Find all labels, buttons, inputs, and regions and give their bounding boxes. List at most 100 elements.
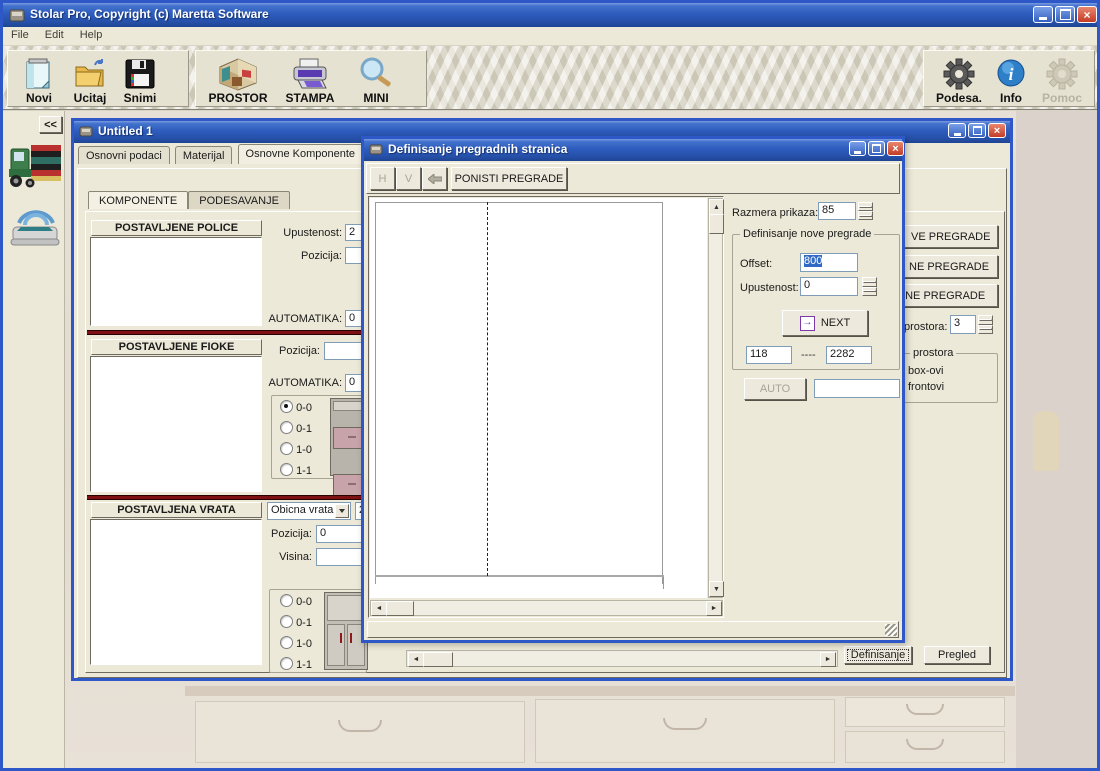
vrata-type-dropdown[interactable]: Obicna vrata xyxy=(267,502,351,520)
scroll-left-icon[interactable]: ◄ xyxy=(371,601,387,616)
auto-field[interactable] xyxy=(814,379,900,398)
h-label: H xyxy=(379,173,387,185)
app-icon xyxy=(9,7,25,23)
razmera-spinner[interactable] xyxy=(858,202,873,220)
dialog-icon xyxy=(369,142,383,156)
scanner-icon[interactable] xyxy=(9,203,61,249)
gear-icon xyxy=(942,57,976,91)
definisanje-button[interactable]: Definisanje xyxy=(844,646,912,664)
fioke-radio-1-0[interactable]: 1-0 xyxy=(280,442,312,456)
app-minimize-button[interactable] xyxy=(1033,6,1053,23)
razmera-field[interactable]: 85 xyxy=(818,202,856,220)
upustenost-spinner[interactable] xyxy=(862,277,877,296)
spin-up-icon[interactable] xyxy=(858,202,873,211)
scroll-thumb[interactable] xyxy=(709,214,724,234)
vrata-radio-0-0[interactable]: 0-0 xyxy=(280,594,312,608)
spin-up-icon[interactable] xyxy=(978,315,993,325)
scroll-thumb[interactable] xyxy=(423,652,453,667)
prostora-label: prostora: xyxy=(904,321,947,333)
dialog-minimize-button[interactable] xyxy=(849,141,866,156)
tab-osnovni-podaci[interactable]: Osnovni podaci xyxy=(78,146,170,164)
forklift-icon[interactable] xyxy=(7,139,63,195)
app-close-button[interactable]: × xyxy=(1077,6,1097,23)
snimi-button[interactable]: Snimi xyxy=(114,53,166,105)
novi-button[interactable]: Novi xyxy=(14,53,64,105)
document-minimize-button[interactable] xyxy=(948,123,966,138)
cabinet-right-leg xyxy=(663,577,664,589)
minimize-icon xyxy=(854,151,861,154)
scroll-up-icon[interactable]: ▲ xyxy=(709,199,724,215)
vrata-radio-0-1[interactable]: 0-1 xyxy=(280,615,312,629)
dialog-titlebar[interactable]: Definisanje pregradnih stranica × xyxy=(364,139,902,161)
application-window: Stolar Pro, Copyright (c) Maretta Softwa… xyxy=(0,0,1100,771)
mini-button[interactable]: MINI xyxy=(348,53,404,105)
canvas-hscrollbar[interactable]: ◄ ► xyxy=(370,600,723,616)
scroll-thumb[interactable] xyxy=(386,601,414,616)
back-button xyxy=(422,167,447,190)
kitchen-drawer xyxy=(845,697,1005,727)
spin-down-icon[interactable] xyxy=(978,325,993,335)
fioke-radio-1-1[interactable]: 1-1 xyxy=(280,463,312,477)
scroll-right-icon[interactable]: ► xyxy=(706,601,722,616)
fioke-radio-0-0[interactable]: 0-0 xyxy=(280,400,312,414)
podesa-label: Podesa. xyxy=(936,91,982,105)
vrata-radio-1-1[interactable]: 1-1 xyxy=(280,657,312,671)
resize-grip[interactable] xyxy=(885,624,897,636)
fioke-listbox[interactable] xyxy=(90,356,262,492)
app-maximize-button[interactable] xyxy=(1055,6,1075,23)
vrata-pozicija-field[interactable]: 0 xyxy=(316,525,364,543)
chevron-down-icon[interactable] xyxy=(335,504,349,518)
police-listbox[interactable] xyxy=(90,237,262,326)
scroll-down-icon[interactable]: ▼ xyxy=(709,581,724,597)
pregrade-button-label: NE PREGRADE xyxy=(909,261,989,273)
v-button: V xyxy=(396,167,421,190)
tab-materijal[interactable]: Materijal xyxy=(175,146,233,164)
fioke-pozicija-field[interactable] xyxy=(324,342,364,360)
fioke-radio-0-1[interactable]: 0-1 xyxy=(280,421,312,435)
scroll-right-icon[interactable]: ► xyxy=(820,652,836,667)
vrata-listbox[interactable] xyxy=(90,519,262,665)
dialog-title: Definisanje pregradnih stranica xyxy=(388,142,567,156)
subtab-podesavanje[interactable]: PODESAVANJE xyxy=(188,191,290,209)
dialog-upustenost-field[interactable]: 0 xyxy=(800,277,858,296)
prostora-spinner[interactable] xyxy=(978,315,993,334)
vrata-radio-1-0[interactable]: 1-0 xyxy=(280,636,312,650)
razmera-value: 85 xyxy=(822,204,834,216)
subtab-komponente[interactable]: KOMPONENTE xyxy=(88,191,188,209)
range-min-field[interactable]: 118 xyxy=(746,346,792,364)
drawing-canvas[interactable] xyxy=(370,198,707,598)
document-icon xyxy=(79,124,93,138)
document-hscrollbar[interactable]: ◄ ► xyxy=(406,650,838,667)
prostora-field[interactable]: 3 xyxy=(950,315,976,334)
canvas-vscrollbar[interactable]: ▲ ▼ xyxy=(708,198,723,598)
ucitaj-button[interactable]: Ucitaj xyxy=(66,53,114,105)
left-sidebar: << xyxy=(3,111,65,771)
prostor-button[interactable]: PROSTOR xyxy=(204,53,272,105)
notepad-icon xyxy=(22,57,56,91)
menu-file[interactable]: File xyxy=(3,27,37,45)
dialog-maximize-button[interactable] xyxy=(868,141,885,156)
document-close-button[interactable]: × xyxy=(988,123,1006,138)
scroll-left-icon[interactable]: ◄ xyxy=(408,652,424,667)
menu-edit[interactable]: Edit xyxy=(37,27,72,45)
auto-button: AUTO xyxy=(744,378,806,400)
spin-down-icon[interactable] xyxy=(858,211,873,220)
document-maximize-button[interactable] xyxy=(968,123,986,138)
tab-osnovne-komponente[interactable]: Osnovne Komponente xyxy=(238,144,363,164)
dialog-close-button[interactable]: × xyxy=(887,141,904,156)
ponisti-pregrade-button[interactable]: PONISTI PREGRADE xyxy=(451,167,567,190)
spin-up-icon[interactable] xyxy=(862,277,877,287)
sidebar-collapse-button[interactable]: << xyxy=(39,116,62,133)
prostor-label: PROSTOR xyxy=(208,91,267,105)
next-button[interactable]: → NEXT xyxy=(782,310,868,336)
podesa-button[interactable]: Podesa. xyxy=(930,53,988,105)
info-button[interactable]: i Info xyxy=(990,53,1032,105)
range-max-field[interactable]: 2282 xyxy=(826,346,872,364)
fioke-header-label: POSTAVLJENE FIOKE xyxy=(119,341,235,353)
spin-down-icon[interactable] xyxy=(862,287,877,297)
offset-field[interactable]: 800 xyxy=(800,253,858,272)
pregled-button[interactable]: Pregled xyxy=(924,646,990,664)
dialog-upustenost-label: Upustenost: xyxy=(740,282,799,294)
stampa-button[interactable]: STAMPA xyxy=(278,53,342,105)
menu-help[interactable]: Help xyxy=(72,27,111,45)
